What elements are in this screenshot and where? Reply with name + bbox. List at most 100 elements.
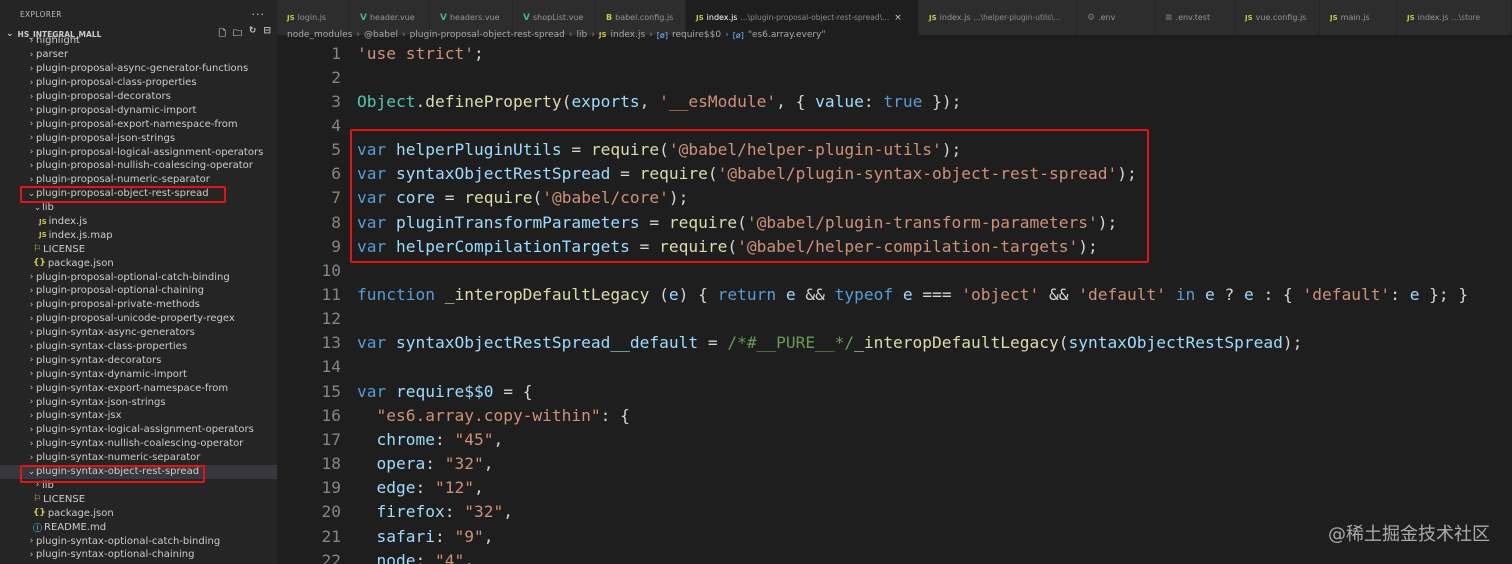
- tree-item[interactable]: › plugin-syntax-nullish-coalescing-operat…: [0, 437, 277, 451]
- breadcrumb-item[interactable]: "es6.array.every": [748, 30, 826, 40]
- tab-index-js[interactable]: JS index.js ...\store: [1397, 0, 1512, 35]
- tree-item[interactable]: › plugin-proposal-nullish-coalescing-oper…: [0, 159, 277, 173]
- tree-item[interactable]: › plugin-proposal-json-strings: [0, 131, 277, 145]
- tree-item[interactable]: › plugin-syntax-class-properties: [0, 340, 277, 354]
- breadcrumb-item[interactable]: lib: [577, 30, 588, 40]
- tree-item[interactable]: › plugin-proposal-private-methods: [0, 298, 277, 312]
- breadcrumb-item[interactable]: index.js: [611, 30, 646, 40]
- code-token: e: [1243, 285, 1254, 304]
- code-token: =: [610, 164, 640, 184]
- code-line[interactable]: 7 var core = require('@babel/core');: [277, 186, 1512, 210]
- line-number: 6: [331, 164, 341, 184]
- tree-item[interactable]: › parser: [0, 48, 277, 62]
- tree-item[interactable]: ⌄ plugin-proposal-object-rest-spread: [0, 187, 277, 201]
- code-token: :: [444, 502, 465, 522]
- tree-item[interactable]: JS index.js: [0, 215, 277, 229]
- tree-item[interactable]: JS index.js.map: [0, 228, 277, 242]
- tree-item[interactable]: ⚐ LICENSE: [0, 492, 277, 506]
- tree-item-label: LICENSE: [43, 493, 86, 505]
- tree-item[interactable]: › plugin-syntax-optional-chaining: [0, 548, 277, 562]
- tree-item-label: plugin-proposal-decorators: [36, 91, 171, 102]
- code-line[interactable]: 20 firefox: "32",: [277, 500, 1512, 524]
- tree-item[interactable]: › plugin-syntax-logical-assignment-operat…: [0, 423, 277, 437]
- tree-item[interactable]: › plugin-proposal-unicode-property-regex: [0, 312, 277, 326]
- code-line[interactable]: 3 Object.defineProperty(exports, '__esMod…: [277, 89, 1512, 113]
- code-token: core: [396, 188, 435, 208]
- tree-item[interactable]: › plugin-proposal-optional-chaining: [0, 284, 277, 298]
- variable-icon: [ø]: [732, 30, 744, 40]
- tree-item[interactable]: ⓘ README.md: [0, 520, 277, 534]
- code-token: true: [883, 91, 923, 111]
- tree-item[interactable]: {} package.json: [0, 506, 277, 520]
- code-line[interactable]: 12: [277, 307, 1512, 331]
- code-line[interactable]: 4: [277, 113, 1512, 137]
- code-token: safari: [376, 526, 435, 546]
- tree-item[interactable]: › plugin-proposal-dynamic-import: [0, 103, 277, 117]
- tree-item[interactable]: › plugin-syntax-jsx: [0, 409, 277, 423]
- code-line[interactable]: 14: [277, 355, 1512, 379]
- chevron-right-icon: ›: [29, 355, 34, 366]
- code-line[interactable]: 8 var pluginTransformParameters = require…: [277, 210, 1512, 234]
- breadcrumb-item[interactable]: @babel: [364, 30, 398, 40]
- breadcrumb-item[interactable]: require$$0: [672, 30, 721, 40]
- tree-item[interactable]: › plugin-syntax-export-namespace-from: [0, 381, 277, 395]
- breadcrumb-item[interactable]: node_modules: [287, 30, 352, 40]
- code-line[interactable]: 17 chrome: "45",: [277, 427, 1512, 451]
- chevron-right-icon: ›: [29, 160, 34, 171]
- code-line[interactable]: 18 opera: "32",: [277, 452, 1512, 476]
- close-icon[interactable]: ×: [894, 13, 902, 23]
- tree-item[interactable]: ⌄ plugin-syntax-object-rest-spread: [0, 464, 277, 479]
- code-line[interactable]: 21 safari: "9",: [277, 524, 1512, 548]
- tree-item[interactable]: › plugin-syntax-dynamic-import: [0, 367, 277, 381]
- info-file-icon: ⓘ: [33, 523, 43, 534]
- tree-item[interactable]: › lib: [0, 479, 277, 493]
- code-line[interactable]: 19 edge: "12",: [277, 476, 1512, 500]
- tab-label: index.js: [1417, 13, 1449, 22]
- code-line[interactable]: 10: [277, 258, 1512, 282]
- code-line[interactable]: 13 var syntaxObjectRestSpread__default = …: [277, 331, 1512, 355]
- code-line[interactable]: 1 'use strict';: [277, 43, 1512, 65]
- tree-item[interactable]: {} package.json: [0, 256, 277, 270]
- tree-item[interactable]: › plugin-proposal-numeric-separator: [0, 173, 277, 187]
- tab-index-js[interactable]: JS index.js ...\helper-plugin-utils\...: [919, 0, 1077, 35]
- tab-vue-config-js[interactable]: JS vue.config.js: [1235, 0, 1320, 35]
- code-line[interactable]: 9 var helperCompilationTargets = require(…: [277, 234, 1512, 258]
- gear-icon: ⚙: [1087, 12, 1096, 23]
- tree-item[interactable]: ⚐ LICENSE: [0, 242, 277, 256]
- code-line[interactable]: 6 var syntaxObjectRestSpread = require('@…: [277, 162, 1512, 186]
- tab--env[interactable]: ⚙ .env: [1077, 0, 1155, 35]
- code-line[interactable]: 2: [277, 65, 1512, 89]
- tab--env-test[interactable]: ≡ .env.test: [1155, 0, 1235, 35]
- tree-item-label: plugin-proposal-optional-catch-binding: [36, 271, 230, 283]
- tree-item[interactable]: › plugin-syntax-json-strings: [0, 395, 277, 409]
- code-line[interactable]: 15 var require$$0 = {: [277, 379, 1512, 403]
- tree-item[interactable]: › plugin-proposal-decorators: [0, 90, 277, 104]
- code-token: 'object': [961, 285, 1040, 304]
- tree-item[interactable]: › plugin-proposal-class-properties: [0, 76, 277, 90]
- tree-item[interactable]: › plugin-proposal-logical-assignment-oper…: [0, 145, 277, 159]
- tree-item[interactable]: › plugin-syntax-decorators: [0, 353, 277, 367]
- tree-item[interactable]: › plugin-syntax-numeric-separator: [0, 451, 277, 465]
- tree-item[interactable]: › plugin-syntax-optional-catch-binding: [0, 534, 277, 548]
- more-actions-icon[interactable]: ···: [252, 8, 266, 21]
- tree-item[interactable]: › plugin-proposal-optional-catch-binding: [0, 270, 277, 284]
- tree-item[interactable]: › plugin-syntax-async-generators: [0, 326, 277, 340]
- code-token: var: [357, 333, 387, 353]
- line-number: 20: [321, 502, 342, 522]
- code-line[interactable]: 22 node: "4",: [277, 548, 1512, 564]
- code-line[interactable]: 11 function _interopDefaultLegacy (e) { r…: [277, 283, 1512, 307]
- breadcrumb-item[interactable]: plugin-proposal-object-rest-spread: [410, 30, 565, 40]
- tree-item[interactable]: › plugin-proposal-export-namespace-from: [0, 117, 277, 131]
- js-file-icon: JS: [287, 13, 295, 22]
- line-number: 9: [331, 236, 341, 256]
- tree-item[interactable]: › plugin-proposal-async-generator-functio…: [0, 62, 277, 76]
- code-line[interactable]: 16 "es6.array.copy-within": {: [277, 403, 1512, 427]
- tree-item[interactable]: › highlight: [0, 34, 277, 48]
- code-editor[interactable]: 1'use strict'; 2 3 Object.defineProperty(ex…: [277, 43, 1512, 564]
- tree-item[interactable]: ⌄ lib: [0, 201, 277, 215]
- code-line[interactable]: 5 var helperPluginUtils = require('@babel…: [277, 138, 1512, 162]
- tree-item-label: highlight: [36, 35, 80, 47]
- tab-main-js[interactable]: JS main.js: [1320, 0, 1397, 35]
- code-token: .: [415, 91, 426, 111]
